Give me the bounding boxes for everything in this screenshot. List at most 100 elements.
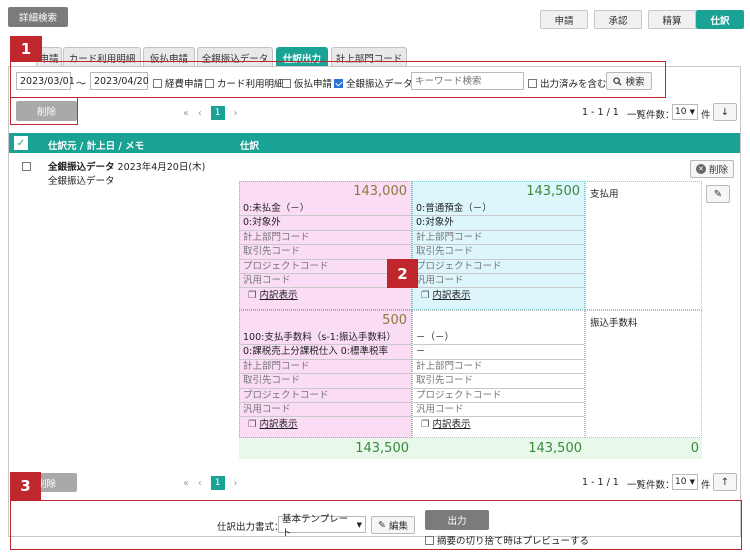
checkbox[interactable] <box>205 78 214 88</box>
tax-line: 0:対象外 <box>413 216 584 231</box>
check-zengin[interactable]: 全銀振込データ <box>334 76 413 90</box>
check-keihi[interactable]: 経費申請 <box>153 76 203 90</box>
dept-code-line: 計上部門コード <box>413 231 584 246</box>
total-credit: 143,500 <box>528 441 582 456</box>
marker-2: 2 <box>387 259 418 288</box>
debit-cell-1: 143,000 0:未払金（－） 0:対象外 計上部門コード 取引先コード プロ… <box>239 181 412 310</box>
prev-page-icon[interactable]: ‹ <box>198 478 202 489</box>
breakdown-link[interactable]: ❐ 内訳表示 <box>413 417 584 431</box>
next-page-icon[interactable]: › <box>234 108 238 119</box>
partner-code-line: 取引先コード <box>240 374 411 389</box>
row-checkbox[interactable] <box>22 162 31 171</box>
checkbox[interactable] <box>153 78 162 88</box>
page-1[interactable]: 1 <box>210 106 225 120</box>
format-value: 基本テンプレート <box>282 513 349 539</box>
document-icon: ❐ <box>248 289 257 301</box>
per-page-value: 10 <box>675 477 687 487</box>
pencil-icon: ✎ <box>378 519 386 531</box>
checkbox[interactable] <box>425 535 434 545</box>
partner-code-line: 取引先コード <box>240 245 411 260</box>
checkbox[interactable] <box>282 78 291 88</box>
link-text: 内訳表示 <box>259 289 298 301</box>
close-icon: ✕ <box>695 164 706 174</box>
memo-cell-1: 支払用 <box>585 181 702 310</box>
project-code-line: プロジェクトコード <box>413 260 584 274</box>
project-code-line: プロジェクトコード <box>240 260 411 274</box>
page-1[interactable]: 1 <box>210 476 225 490</box>
document-icon: ❐ <box>421 289 430 301</box>
format-label: 仕訳出力書式： <box>217 522 284 533</box>
range-text: 1 - 1 / 1 <box>582 107 619 118</box>
date-to-input[interactable]: 2023/04/20 <box>90 72 149 90</box>
search-button[interactable]: 検索 <box>606 72 652 90</box>
check-output-done[interactable]: 出力済みを含む <box>528 76 607 90</box>
credit-amount <box>413 311 584 331</box>
credit-cell-1: 143,500 0:普通預金（－） 0:対象外 計上部門コード 取引先コード プ… <box>412 181 585 310</box>
dept-code-line: 計上部門コード <box>240 360 411 375</box>
project-code-line: プロジェクトコード <box>413 389 584 403</box>
dept-code-line: 計上部門コード <box>240 231 411 246</box>
total-difference: 0 <box>690 441 699 456</box>
credit-cell-2: －（－） － 計上部門コード 取引先コード プロジェクトコード 汎用コード ❐ 内… <box>412 310 585 438</box>
arrow-up-icon: ↑ <box>720 476 730 488</box>
preview-check[interactable]: 摘要の切り捨て時はプレビューする <box>425 533 589 547</box>
scroll-up-button[interactable]: ↑ <box>713 473 737 491</box>
nav-tab-seisan[interactable]: 精算 <box>648 10 696 29</box>
next-page-icon[interactable]: › <box>234 478 238 489</box>
account-line: －（－） <box>413 331 584 346</box>
partner-code-line: 取引先コード <box>413 245 584 260</box>
keyword-search-input[interactable] <box>411 72 524 90</box>
breakdown-link[interactable]: ❐ 内訳表示 <box>240 288 411 302</box>
header-source: 仕訳元 / 計上日 / メモ <box>48 141 145 152</box>
delete-label: 削除 <box>708 165 728 176</box>
per-page-select-bottom[interactable]: 10 ▼ <box>672 474 698 490</box>
check-label: 全銀振込データ <box>346 79 413 90</box>
tax-line: － <box>413 345 584 360</box>
check-karibarai[interactable]: 仮払申請 <box>282 76 332 90</box>
credit-amount: 143,500 <box>526 184 580 199</box>
pencil-icon: ✎ <box>713 188 723 200</box>
marker-3: 3 <box>10 472 41 500</box>
delete-button[interactable]: 削除 <box>16 101 77 121</box>
breakdown-link[interactable]: ❐ 内訳表示 <box>413 288 584 302</box>
nav-tab-shinsei[interactable]: 申請 <box>540 10 588 29</box>
account-line: 0:未払金（－） <box>240 202 411 217</box>
edit-pencil-button[interactable]: ✎ <box>706 185 730 203</box>
edit-format-button[interactable]: ✎ 編集 <box>371 516 415 534</box>
checkbox[interactable] <box>334 78 343 88</box>
record-date: 2023年4月20日(木) <box>117 162 206 173</box>
document-icon: ❐ <box>421 418 430 430</box>
tax-line: 0:対象外 <box>240 216 411 231</box>
search-label: 検索 <box>625 77 645 88</box>
first-page-icon[interactable]: « <box>183 108 189 119</box>
chevron-down-icon: ▼ <box>356 520 362 529</box>
detail-search-button[interactable]: 詳細検索 <box>8 7 68 27</box>
scroll-down-button[interactable]: ↓ <box>713 103 737 121</box>
date-tilde: ～ <box>76 79 86 90</box>
select-all-checkbox[interactable]: ✓ <box>14 136 28 150</box>
record-source: 全銀振込データ <box>48 162 115 173</box>
per-page-select[interactable]: 10 ▼ <box>672 104 698 120</box>
output-button[interactable]: 出力 <box>425 510 489 530</box>
account-line: 0:普通預金（－） <box>413 202 584 217</box>
project-code-line: プロジェクトコード <box>240 389 411 403</box>
breakdown-link[interactable]: ❐ 内訳表示 <box>240 417 411 431</box>
first-page-icon[interactable]: « <box>183 478 189 489</box>
total-debit: 143,500 <box>355 441 409 456</box>
check-label: カード利用明細 <box>217 79 284 90</box>
dept-code-line: 計上部門コード <box>413 360 584 375</box>
check-card[interactable]: カード利用明細 <box>205 76 284 90</box>
nav-tab-shiwake[interactable]: 仕訳 <box>696 10 744 29</box>
prev-page-icon[interactable]: ‹ <box>198 108 202 119</box>
nav-tab-shonin[interactable]: 承認 <box>594 10 642 29</box>
pagination-bottom: « ‹ 1 › <box>183 476 237 490</box>
checkbox[interactable] <box>528 78 537 88</box>
memo-cell-2: 振込手数料 <box>585 310 702 438</box>
format-select[interactable]: 基本テンプレート ▼ <box>278 514 366 539</box>
general-code-line: 汎用コード <box>413 403 584 418</box>
per-page-label: 一覧件数： <box>627 110 675 121</box>
date-from-input[interactable]: 2023/03/01 <box>16 72 75 90</box>
account-line: 100:支払手数料（s-1:振込手数料） <box>240 331 411 346</box>
marker-1: 1 <box>10 36 42 62</box>
row-delete-button[interactable]: ✕ 削除 <box>690 160 734 178</box>
